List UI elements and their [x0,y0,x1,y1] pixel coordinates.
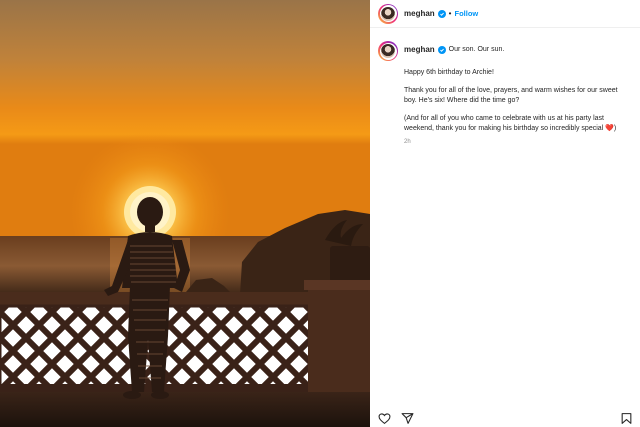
sunset-photo [0,0,370,427]
username-link[interactable]: meghan [404,9,435,18]
profile-avatar[interactable] [378,3,398,24]
post-timestamp[interactable]: 2h [404,138,624,148]
separator-dot: • [448,9,452,18]
caption-paragraph: Thank you for all of the love, prayers, … [404,87,618,104]
caption-username[interactable]: meghan [404,45,435,55]
caption-title: Our son. Our sun. [448,46,505,53]
bookmark-icon[interactable] [620,412,633,425]
caption-paragraph-text: (And for all of you who came to celebrat… [404,115,604,132]
post-side-panel: meghan • Follow meghan Our son. Our sun.… [370,0,640,427]
verified-badge-icon [437,45,446,54]
instagram-post: meghan • Follow meghan Our son. Our sun.… [0,0,640,427]
caption-paragraph: Happy 6th birthday to Archie! [404,68,494,76]
follow-button[interactable]: Follow [454,9,478,18]
share-icon[interactable] [401,412,414,425]
heart-icon[interactable] [378,412,391,425]
post-caption: meghan Our son. Our sun. Happy 6th birth… [378,40,636,147]
caption-header: meghan Our son. Our sun. [404,45,624,55]
verified-badge-icon [437,9,446,18]
heart-emoji: ❤️ [605,124,614,132]
caption-avatar[interactable] [378,41,398,61]
action-bar [370,409,640,427]
caption-body: meghan Our son. Our sun. Happy 6th birth… [404,40,624,147]
caption-closing: ) [613,124,617,132]
post-header: meghan • Follow [370,0,640,28]
caption-paragraph-last: (And for all of you who came to celebrat… [404,114,624,133]
post-photo[interactable] [0,0,370,427]
